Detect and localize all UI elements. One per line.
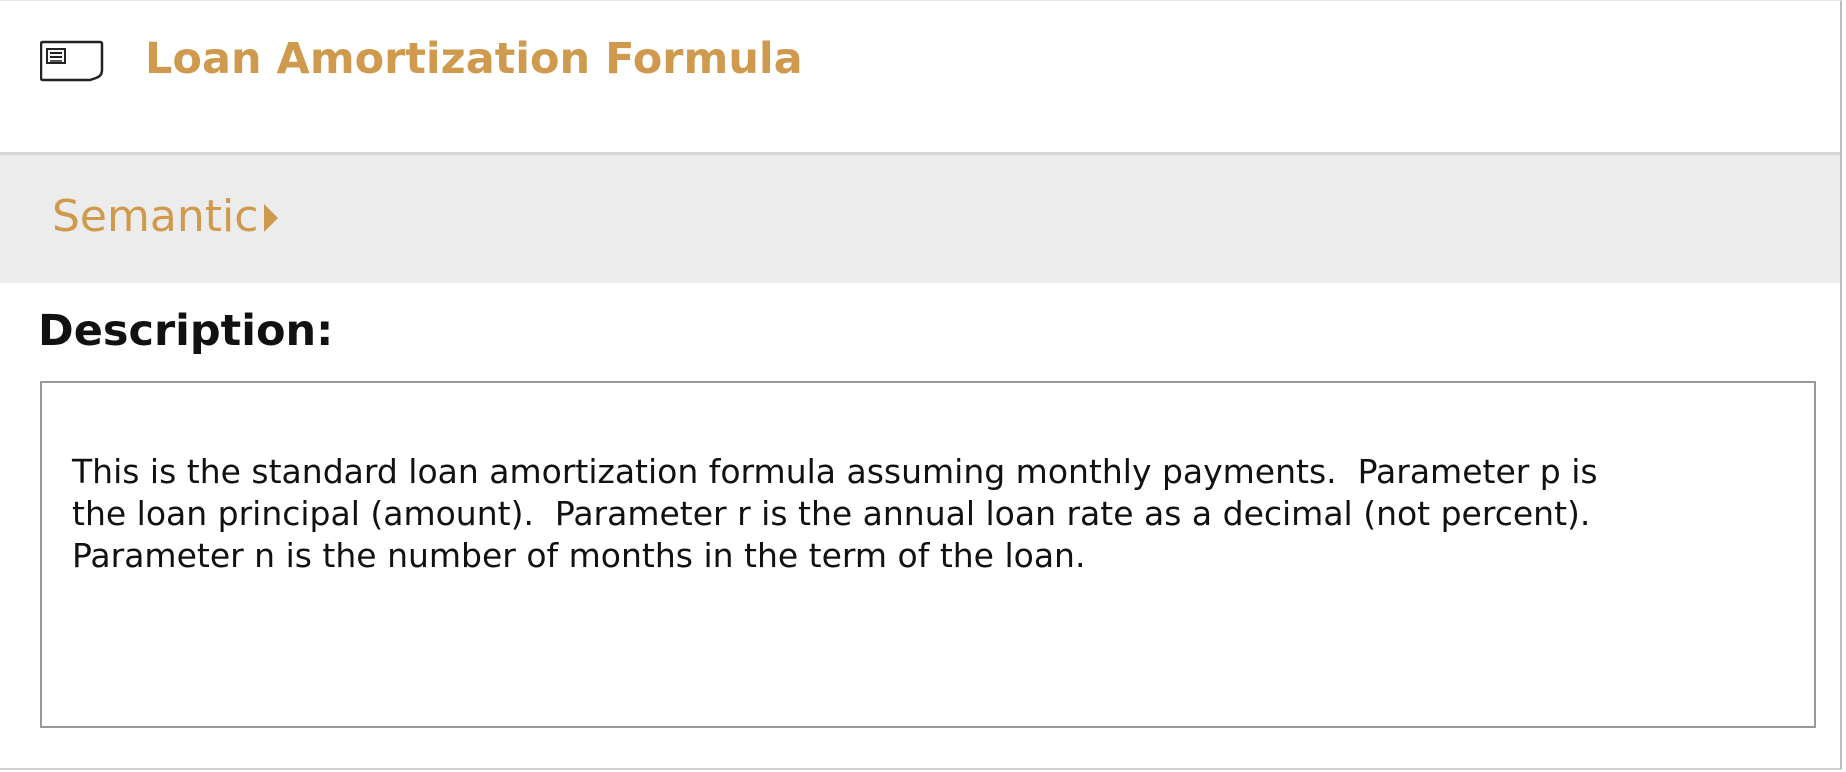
panel-header: Loan Amortization Formula <box>0 1 1840 155</box>
description-label: Description: <box>38 306 334 356</box>
panel-title: Loan Amortization Formula <box>145 34 803 84</box>
description-field[interactable]: This is the standard loan amortization f… <box>40 381 1816 728</box>
formula-panel: Loan Amortization Formula Semantic Descr… <box>0 0 1842 770</box>
tab-semantic-label: Semantic <box>52 191 259 242</box>
tab-semantic[interactable]: Semantic <box>52 187 279 247</box>
card-icon <box>39 40 104 82</box>
triangle-right-icon <box>264 204 279 232</box>
